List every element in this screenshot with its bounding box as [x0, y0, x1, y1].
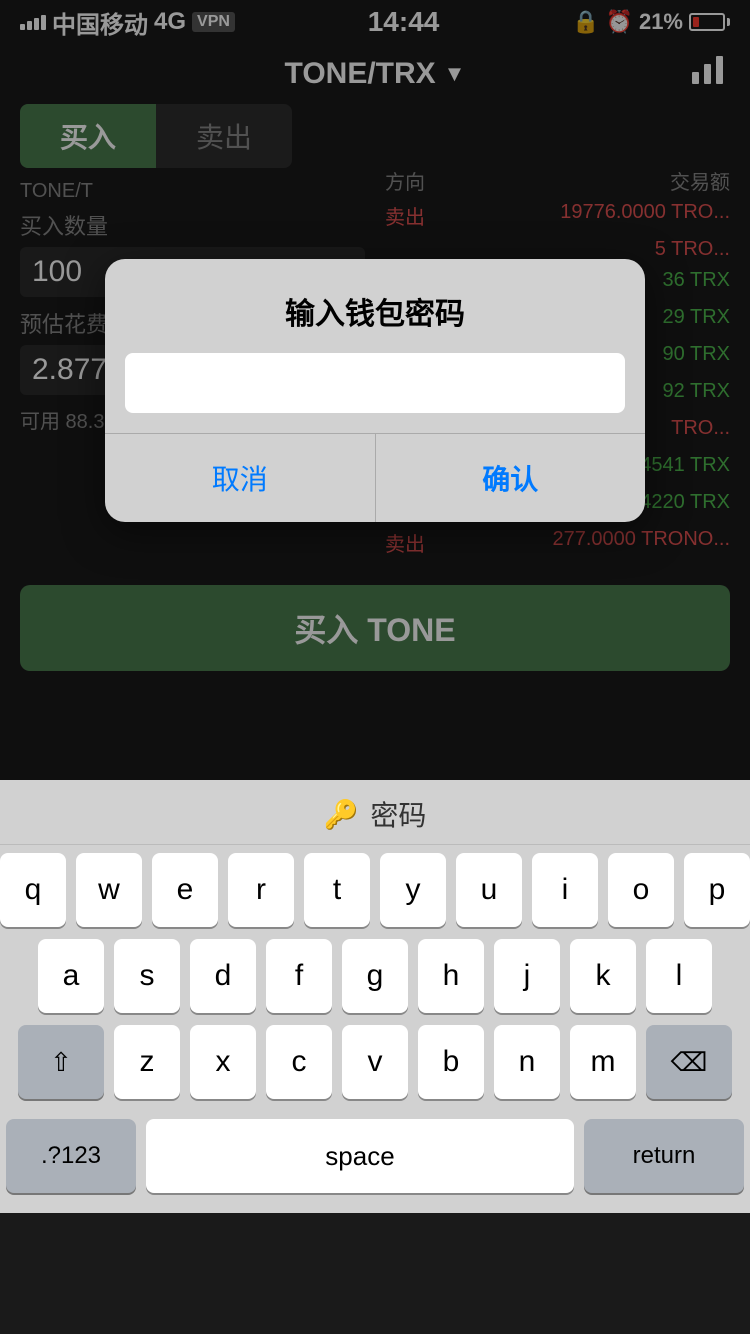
key-t[interactable]: t: [304, 853, 370, 927]
return-key[interactable]: return: [584, 1119, 744, 1193]
space-key[interactable]: space: [146, 1119, 574, 1193]
backspace-key[interactable]: ⌫: [646, 1025, 732, 1099]
keyboard-password-bar: 🔑 密码: [0, 780, 750, 845]
password-dialog: 输入钱包密码 取消 确认: [105, 259, 645, 522]
keyboard-password-label: 密码: [370, 794, 426, 834]
keyboard-rows: q w e r t y u i o p a s d f g h j k l ⇧ …: [0, 845, 750, 1119]
key-row-2: a s d f g h j k l: [6, 939, 744, 1013]
key-y[interactable]: y: [380, 853, 446, 927]
key-n[interactable]: n: [494, 1025, 560, 1099]
key-k[interactable]: k: [570, 939, 636, 1013]
shift-key[interactable]: ⇧: [18, 1025, 104, 1099]
key-o[interactable]: o: [608, 853, 674, 927]
cancel-button[interactable]: 取消: [105, 434, 376, 522]
key-h[interactable]: h: [418, 939, 484, 1013]
bottom-row: .?123 space return: [0, 1119, 750, 1213]
dialog-title: 输入钱包密码: [105, 259, 645, 353]
key-q[interactable]: q: [0, 853, 66, 927]
key-i[interactable]: i: [532, 853, 598, 927]
key-v[interactable]: v: [342, 1025, 408, 1099]
numbers-key[interactable]: .?123: [6, 1119, 136, 1193]
key-g[interactable]: g: [342, 939, 408, 1013]
key-z[interactable]: z: [114, 1025, 180, 1099]
key-row-1: q w e r t y u i o p: [6, 853, 744, 927]
dialog-input-wrap: [105, 353, 645, 433]
key-r[interactable]: r: [228, 853, 294, 927]
key-m[interactable]: m: [570, 1025, 636, 1099]
key-s[interactable]: s: [114, 939, 180, 1013]
key-e[interactable]: e: [152, 853, 218, 927]
key-icon: 🔑: [324, 798, 359, 831]
key-b[interactable]: b: [418, 1025, 484, 1099]
dialog-buttons: 取消 确认: [105, 433, 645, 522]
key-j[interactable]: j: [494, 939, 560, 1013]
key-l[interactable]: l: [646, 939, 712, 1013]
key-d[interactable]: d: [190, 939, 256, 1013]
keyboard-area: 🔑 密码 q w e r t y u i o p a s d f g h j k…: [0, 780, 750, 1213]
key-a[interactable]: a: [38, 939, 104, 1013]
key-u[interactable]: u: [456, 853, 522, 927]
confirm-button[interactable]: 确认: [376, 434, 646, 522]
key-c[interactable]: c: [266, 1025, 332, 1099]
password-input[interactable]: [125, 353, 625, 413]
key-row-3: ⇧ z x c v b n m ⌫: [6, 1025, 744, 1099]
key-f[interactable]: f: [266, 939, 332, 1013]
key-x[interactable]: x: [190, 1025, 256, 1099]
key-w[interactable]: w: [76, 853, 142, 927]
dialog-overlay: 输入钱包密码 取消 确认: [0, 0, 750, 780]
key-p[interactable]: p: [684, 853, 750, 927]
